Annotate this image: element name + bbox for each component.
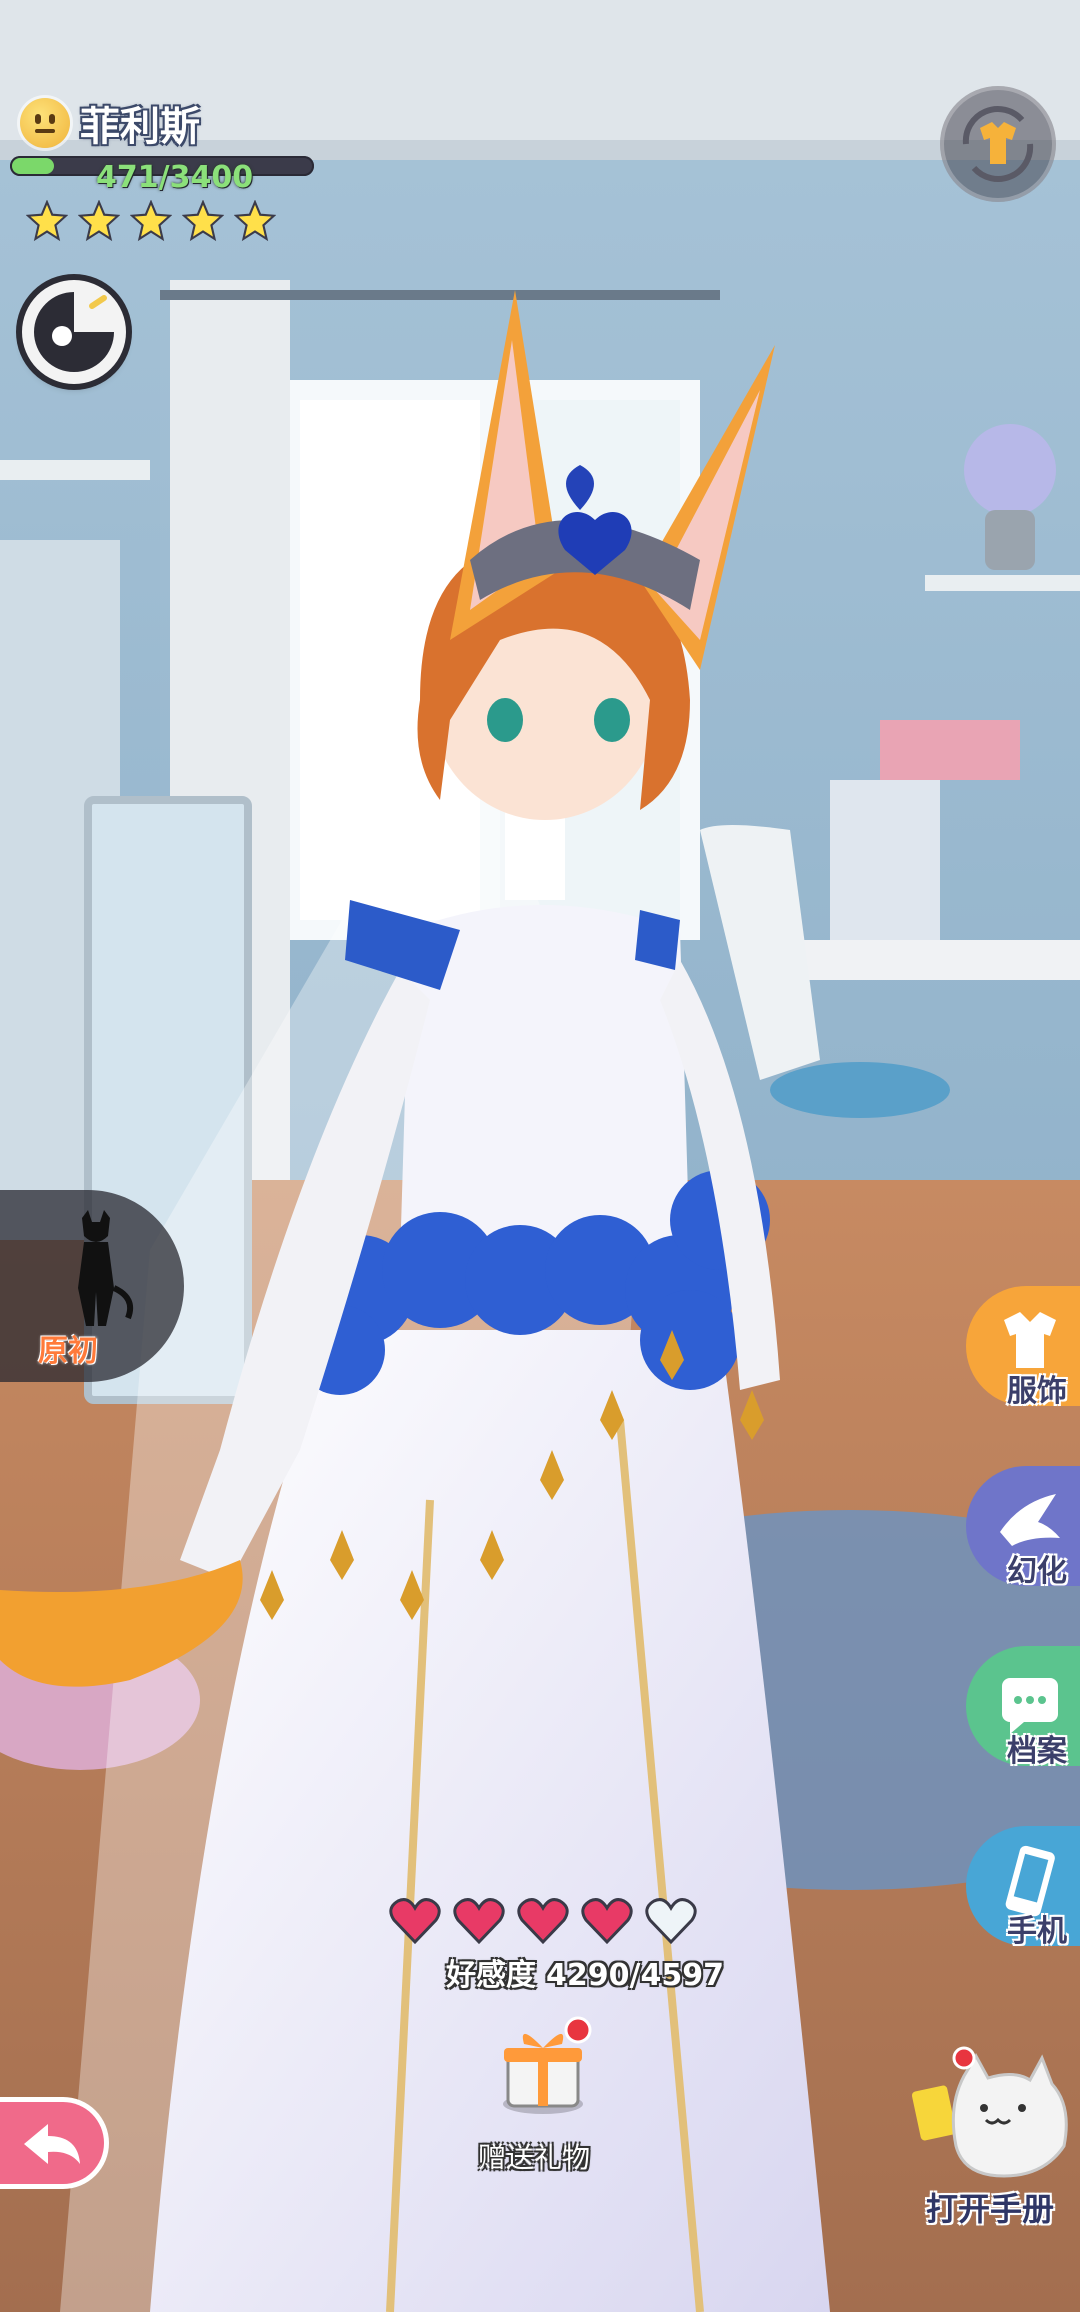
heart-filled-icon <box>389 1898 441 1945</box>
mascot-face-icon <box>34 292 114 372</box>
affection-hearts <box>388 1896 698 1946</box>
outfit-swap-button[interactable] <box>940 86 1056 202</box>
gift-button[interactable] <box>488 2012 598 2122</box>
star-icon <box>130 200 172 242</box>
clothing-label: 服饰 <box>1007 1374 1067 1409</box>
affection-label: 好感度 <box>446 1958 536 1993</box>
outfit-swap-icon <box>962 106 1034 182</box>
emote-button[interactable] <box>22 280 126 384</box>
star-icon <box>78 200 120 242</box>
exp-text: 471/3400 <box>96 160 254 195</box>
exp-bar-fill <box>12 158 54 174</box>
gift-label: 赠送礼物 <box>478 2141 591 2174</box>
character-profile: 菲利斯 471/3400 <box>0 0 400 420</box>
star-icon <box>26 200 68 242</box>
profile-file-label: 档案 <box>1007 1734 1067 1769</box>
back-arrow-icon <box>24 2124 80 2164</box>
origin-form-label: 原初 <box>38 1334 98 1369</box>
heart-filled-icon <box>581 1898 633 1945</box>
star-icon <box>234 200 276 242</box>
affection-display: 好感度 4290/4597 <box>446 1950 724 1994</box>
character-name: 菲利斯 <box>80 104 200 150</box>
back-button[interactable] <box>0 2102 104 2184</box>
heart-empty-icon <box>645 1898 697 1945</box>
smiley-face-icon <box>20 98 70 148</box>
star-icon <box>182 200 224 242</box>
heart-filled-icon <box>517 1898 569 1945</box>
affection-value: 4290/4597 <box>546 1958 724 1993</box>
silhouette-icon <box>78 1210 134 1326</box>
transform-label: 幻化 <box>1007 1554 1067 1589</box>
heart-filled-icon <box>453 1898 505 1945</box>
star-rating <box>26 200 276 242</box>
handbook-label: 打开手册 <box>926 2190 1055 2228</box>
phone-label: 手机 <box>1007 1914 1067 1949</box>
gift-box-icon <box>503 2016 592 2114</box>
